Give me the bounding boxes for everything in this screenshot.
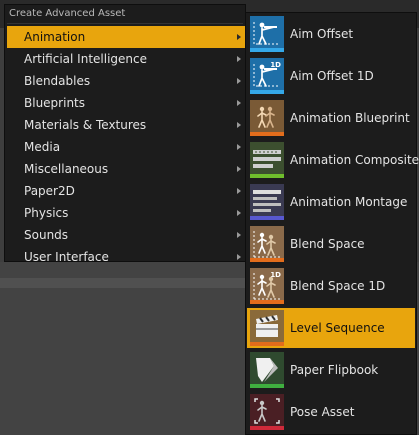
aim-offset-1d-icon: 1D bbox=[250, 58, 284, 94]
chevron-right-icon bbox=[237, 166, 241, 172]
menu-header: Create Advanced Asset bbox=[9, 8, 126, 19]
chevron-right-icon bbox=[237, 254, 241, 260]
chevron-right-icon bbox=[237, 232, 241, 238]
submenu-item-aim-offset[interactable]: Aim Offset bbox=[247, 14, 415, 54]
menu-item-materials-textures[interactable]: Materials & Textures bbox=[7, 114, 245, 136]
submenu-item-blend-space-1d[interactable]: 1D Blend Space 1D bbox=[247, 266, 415, 306]
chevron-right-icon bbox=[237, 144, 241, 150]
pose-asset-icon bbox=[250, 394, 284, 430]
submenu-item-label: Paper Flipbook bbox=[290, 363, 379, 377]
submenu-item-label: Level Sequence bbox=[290, 321, 385, 335]
menu-item-label: Physics bbox=[24, 206, 69, 220]
svg-text:1D: 1D bbox=[270, 271, 281, 279]
submenu-item-label: Pose Asset bbox=[290, 405, 355, 419]
submenu-item-label: Animation Composite bbox=[290, 153, 419, 167]
submenu-item-pose-asset[interactable]: Pose Asset bbox=[247, 392, 415, 432]
submenu-item-animation-composite[interactable]: Animation Composite bbox=[247, 140, 419, 180]
level-sequence-icon bbox=[250, 310, 284, 346]
create-advanced-asset-menu: Create Advanced Asset Animation Artificia… bbox=[4, 4, 246, 264]
submenu-item-label: Aim Offset bbox=[290, 27, 354, 41]
submenu-item-label: Blend Space bbox=[290, 237, 365, 251]
menu-item-label: Blendables bbox=[24, 74, 91, 88]
chevron-right-icon bbox=[237, 78, 241, 84]
blend-space-icon bbox=[250, 226, 284, 262]
menu-item-blueprints[interactable]: Blueprints bbox=[7, 92, 245, 114]
submenu-item-animation-blueprint[interactable]: Animation Blueprint bbox=[247, 98, 415, 138]
chevron-right-icon bbox=[237, 122, 241, 128]
menu-item-miscellaneous[interactable]: Miscellaneous bbox=[7, 158, 245, 180]
menu-item-label: Paper2D bbox=[24, 184, 75, 198]
animation-blueprint-icon bbox=[250, 100, 284, 136]
animation-submenu: Aim Offset 1D Aim Offset 1D Animation Bluep… bbox=[245, 12, 419, 435]
menu-item-label: Miscellaneous bbox=[24, 162, 109, 176]
menu-item-paper2d[interactable]: Paper2D bbox=[7, 180, 245, 202]
chevron-right-icon bbox=[237, 56, 241, 62]
menu-item-label: User Interface bbox=[24, 250, 109, 264]
menu-item-artificial-intelligence[interactable]: Artificial Intelligence bbox=[7, 48, 245, 70]
paper-flipbook-icon bbox=[250, 352, 284, 388]
submenu-item-label: Animation Blueprint bbox=[290, 111, 410, 125]
aim-offset-icon bbox=[250, 16, 284, 52]
menu-item-media[interactable]: Media bbox=[7, 136, 245, 158]
menu-item-label: Blueprints bbox=[24, 96, 86, 110]
editor-background-bar bbox=[0, 278, 246, 288]
menu-item-label: Animation bbox=[24, 30, 86, 44]
submenu-item-animation-montage[interactable]: Animation Montage bbox=[247, 182, 415, 222]
menu-item-blendables[interactable]: Blendables bbox=[7, 70, 245, 92]
menu-separator bbox=[7, 23, 243, 24]
chevron-right-icon bbox=[237, 188, 241, 194]
menu-item-label: Artificial Intelligence bbox=[24, 52, 147, 66]
submenu-item-level-sequence[interactable]: Level Sequence bbox=[247, 308, 415, 348]
submenu-item-label: Animation Montage bbox=[290, 195, 408, 209]
chevron-right-icon bbox=[237, 210, 241, 216]
submenu-item-label: Aim Offset 1D bbox=[290, 69, 374, 83]
submenu-item-blend-space[interactable]: Blend Space bbox=[247, 224, 415, 264]
menu-item-sounds[interactable]: Sounds bbox=[7, 224, 245, 246]
animation-composite-icon bbox=[250, 142, 284, 178]
menu-item-label: Media bbox=[24, 140, 61, 154]
submenu-item-aim-offset-1d[interactable]: 1D Aim Offset 1D bbox=[247, 56, 415, 96]
submenu-item-label: Blend Space 1D bbox=[290, 279, 386, 293]
menu-item-physics[interactable]: Physics bbox=[7, 202, 245, 224]
animation-montage-icon bbox=[250, 184, 284, 220]
chevron-right-icon bbox=[237, 100, 241, 106]
menu-item-label: Sounds bbox=[24, 228, 69, 242]
menu-item-animation[interactable]: Animation bbox=[7, 26, 245, 48]
menu-item-label: Materials & Textures bbox=[24, 118, 147, 132]
menu-item-user-interface[interactable]: User Interface bbox=[7, 246, 245, 268]
blend-space-1d-icon: 1D bbox=[250, 268, 284, 304]
submenu-item-paper-flipbook[interactable]: Paper Flipbook bbox=[247, 350, 415, 390]
svg-text:1D: 1D bbox=[270, 61, 281, 69]
chevron-right-icon bbox=[237, 34, 241, 40]
